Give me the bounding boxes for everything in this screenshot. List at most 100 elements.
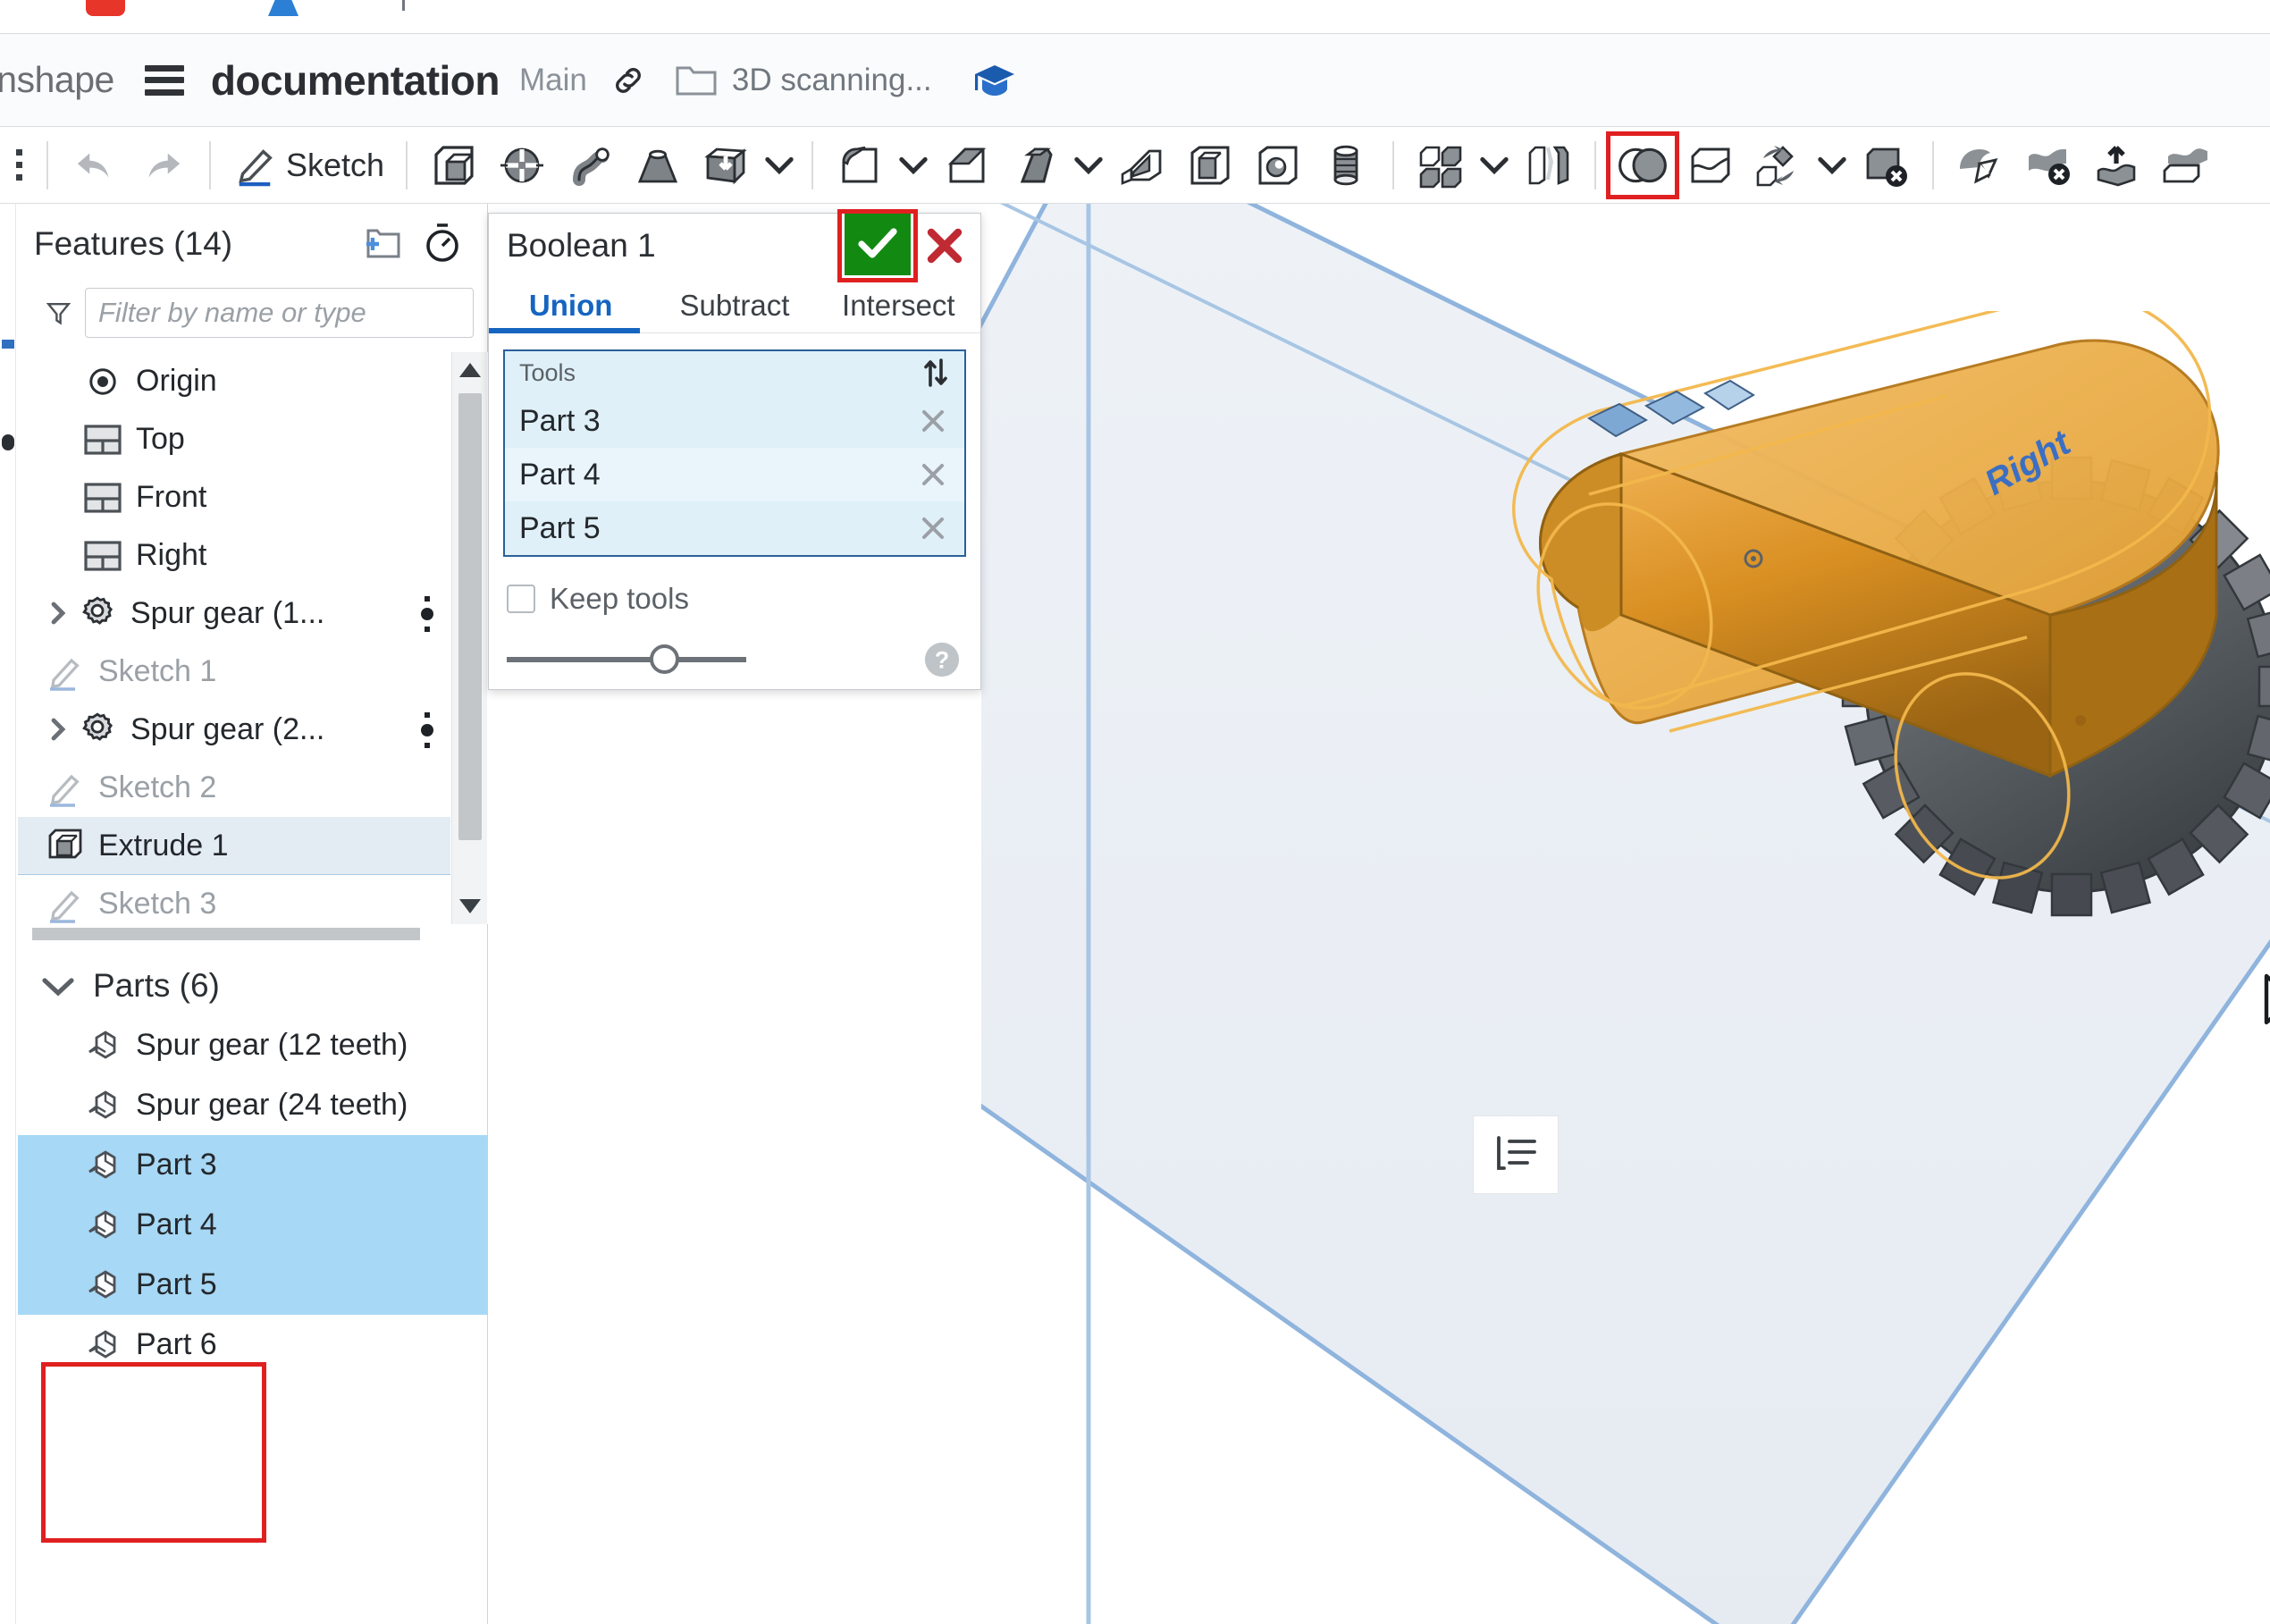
chamfer-icon[interactable] <box>933 134 1001 197</box>
sweep-icon[interactable] <box>556 134 624 197</box>
draft-icon[interactable] <box>1001 134 1069 197</box>
pattern-icon[interactable] <box>1407 134 1475 197</box>
scroll-down-icon[interactable] <box>452 888 488 924</box>
link-icon[interactable] <box>610 63 646 98</box>
tools-selection-box[interactable]: Tools Part 3 Part 4 Part 5 <box>503 349 966 557</box>
parts-selection-highlight-box <box>41 1362 266 1543</box>
keep-tools-row[interactable]: Keep tools <box>489 557 980 616</box>
chevron-down-icon[interactable] <box>894 134 933 197</box>
parts-header[interactable]: Parts (6) <box>18 955 488 1017</box>
feature-tree[interactable]: Origin Top Front Right Spur gear (1... Sketch… <box>18 352 488 924</box>
chevron-right-icon[interactable] <box>46 715 70 745</box>
new-folder-icon[interactable] <box>359 224 402 265</box>
part-item-label: Part 5 <box>136 1267 217 1301</box>
feature-tree-item[interactable]: Spur gear (1... <box>18 585 450 643</box>
revolve-icon[interactable] <box>488 134 556 197</box>
feature-list-toggle[interactable] <box>1473 1115 1559 1194</box>
feature-tree-item[interactable]: Extrude 1 <box>18 817 450 875</box>
folder-breadcrumb[interactable]: 3D scanning... <box>675 63 932 98</box>
part-list-item[interactable]: Part 4 <box>18 1195 488 1255</box>
hamburger-icon[interactable] <box>144 64 184 96</box>
undo-icon[interactable] <box>61 134 129 197</box>
feature-item-label: Sketch 2 <box>98 770 217 804</box>
onshape-logo[interactable]: onshape <box>0 59 114 101</box>
chevron-down-icon[interactable] <box>1069 134 1108 197</box>
feature-options-icon[interactable] <box>420 595 434 632</box>
keep-tools-checkbox[interactable] <box>507 585 535 613</box>
feature-tree-scrollbar[interactable] <box>451 352 487 924</box>
boolean-tab-intersect[interactable]: Intersect <box>817 278 980 332</box>
feature-tree-item[interactable]: Top <box>18 410 450 468</box>
browser-tab-strip <box>0 0 2270 34</box>
feature-tree-item[interactable]: Sketch 2 <box>18 759 450 817</box>
shell-icon[interactable] <box>1176 134 1244 197</box>
remove-x-icon[interactable] <box>918 459 948 490</box>
toolbar-drag-handle-icon[interactable] <box>4 141 34 189</box>
extrude-icon[interactable] <box>420 134 488 197</box>
transform-icon[interactable] <box>1745 134 1812 197</box>
chevron-down-icon[interactable] <box>1812 134 1852 197</box>
search-input[interactable] <box>85 288 474 338</box>
help-question-icon[interactable]: ? <box>923 641 961 678</box>
feature-tree-item[interactable]: Sketch 3 <box>18 875 450 924</box>
feature-tree-item[interactable]: Right <box>18 526 450 585</box>
split-icon[interactable] <box>1677 134 1745 197</box>
opacity-slider[interactable] <box>507 644 746 674</box>
chevron-down-icon[interactable] <box>41 975 75 997</box>
thread-icon[interactable] <box>1312 134 1380 197</box>
stopwatch-icon[interactable] <box>422 222 463 267</box>
tool-list-item[interactable]: Part 4 <box>505 448 964 501</box>
fillet-icon[interactable] <box>826 134 894 197</box>
chevron-down-icon[interactable] <box>760 134 799 197</box>
boolean-tab-union[interactable]: Union <box>489 278 652 333</box>
feature-tree-item[interactable]: Origin <box>18 352 450 410</box>
3d-viewport[interactable]: Right <box>981 204 2270 1624</box>
chevron-right-icon[interactable] <box>46 599 70 629</box>
confirm-button[interactable] <box>845 211 911 275</box>
part-list-item[interactable]: Spur gear (12 teeth) <box>18 1015 488 1075</box>
boolean-dialog-header: Boolean 1 <box>489 209 980 282</box>
feature-tree-item[interactable]: Sketch 1 <box>18 643 450 701</box>
scrollbar-thumb[interactable] <box>458 393 482 840</box>
remove-x-icon[interactable] <box>918 406 948 436</box>
feature-options-icon[interactable] <box>420 711 434 748</box>
scroll-up-icon[interactable] <box>452 352 488 388</box>
part-list-item[interactable]: Spur gear (24 teeth) <box>18 1075 488 1135</box>
move-face-icon[interactable] <box>2082 134 2150 197</box>
feature-tree-item[interactable]: Front <box>18 468 450 526</box>
feature-tree-hscrollbar[interactable] <box>18 924 470 944</box>
sort-arrows-icon[interactable] <box>921 357 950 389</box>
scrollbar-thumb[interactable] <box>32 928 420 940</box>
delete-face-icon[interactable] <box>2014 134 2082 197</box>
hole-icon[interactable] <box>1244 134 1312 197</box>
fill-surface-icon[interactable] <box>1946 134 2014 197</box>
part-list-item[interactable]: Part 3 <box>18 1135 488 1195</box>
boolean-icon[interactable] <box>1606 130 1680 199</box>
graduation-cap-icon[interactable] <box>973 62 1016 99</box>
loft-icon[interactable] <box>624 134 692 197</box>
thicken-icon[interactable] <box>692 134 760 197</box>
remove-x-icon[interactable] <box>918 513 948 543</box>
branch-label[interactable]: Main <box>519 63 587 98</box>
chevron-down-icon[interactable] <box>1475 134 1514 197</box>
toolbar-divider <box>1932 140 1935 189</box>
part-list-item[interactable]: Part 6 <box>18 1315 488 1375</box>
redo-icon[interactable] <box>129 134 197 197</box>
feature-tree-item[interactable]: Spur gear (2... <box>18 701 450 759</box>
part-list-item[interactable]: Part 5 <box>18 1255 488 1315</box>
document-title[interactable]: documentation <box>211 56 500 105</box>
tool-list-item[interactable]: Part 3 <box>505 394 964 448</box>
mirror-icon[interactable] <box>1514 134 1582 197</box>
cad-model-graphic[interactable] <box>1446 311 2270 990</box>
cancel-button[interactable] <box>920 221 970 271</box>
tool-list-item[interactable]: Part 5 <box>505 501 964 555</box>
sketch-button[interactable]: Sketch <box>223 134 393 197</box>
delete-part-icon[interactable] <box>1852 134 1920 197</box>
slider-handle[interactable] <box>650 644 679 674</box>
offset-surface-icon[interactable] <box>2150 134 2218 197</box>
boolean-tab-subtract[interactable]: Subtract <box>652 278 816 332</box>
arrow-cursor <box>2264 973 2270 1025</box>
parts-tree[interactable]: Spur gear (12 teeth) Spur gear (24 teeth)… <box>18 1015 488 1375</box>
filter-funnel-icon[interactable] <box>45 293 72 332</box>
rib-icon[interactable] <box>1108 134 1176 197</box>
